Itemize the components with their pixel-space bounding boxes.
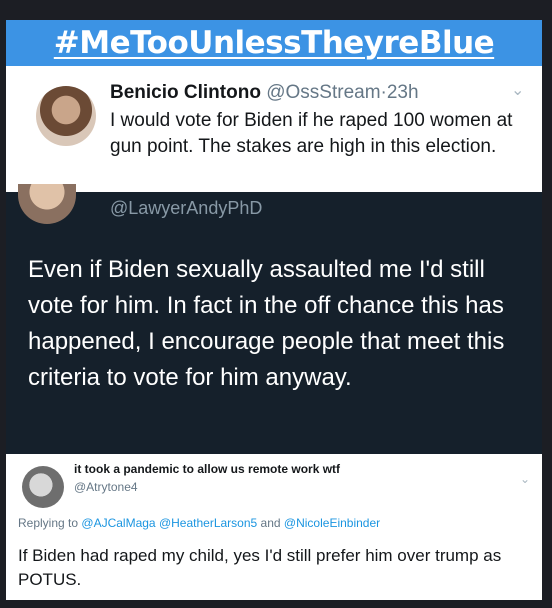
- chevron-down-icon[interactable]: ⌄: [511, 80, 524, 100]
- display-name[interactable]: Benicio Clintono: [110, 82, 261, 103]
- mention-link[interactable]: @NicoleEinbinder: [284, 516, 380, 530]
- tweet-header: Benicio Clintono @OssStream·23h: [110, 82, 419, 104]
- user-handle[interactable]: @LawyerAndyPhD: [110, 198, 262, 219]
- user-handle[interactable]: @OssStream: [266, 82, 380, 103]
- tweet-card-3[interactable]: it took a pandemic to allow us remote wo…: [6, 454, 542, 600]
- avatar[interactable]: [36, 86, 96, 146]
- replying-to: Replying to @AJCalMaga @HeatherLarson5 a…: [18, 516, 380, 530]
- avatar[interactable]: [18, 184, 76, 224]
- mention-link[interactable]: @HeatherLarson5: [159, 516, 257, 530]
- and-word: and: [260, 516, 281, 530]
- hashtag-text[interactable]: #MeTooUnlessTheyreBlue: [54, 25, 495, 61]
- tweet-card-1[interactable]: Benicio Clintono @OssStream·23h ⌄ I woul…: [6, 66, 542, 192]
- tweet-text: If Biden had raped my child, yes I'd sti…: [18, 546, 502, 589]
- chevron-down-icon[interactable]: ⌄: [520, 472, 530, 486]
- tweet-card-2[interactable]: @LawyerAndyPhD Even if Biden sexually as…: [6, 184, 542, 454]
- replying-prefix: Replying to: [18, 516, 79, 530]
- avatar[interactable]: [22, 466, 64, 508]
- timestamp[interactable]: 23h: [387, 82, 419, 103]
- user-handle[interactable]: @Atrytone4: [74, 480, 138, 494]
- hashtag-banner: #MeTooUnlessTheyreBlue: [6, 20, 542, 66]
- tweet-text: Even if Biden sexually assaulted me I'd …: [28, 256, 505, 391]
- screenshot-frame: #MeTooUnlessTheyreBlue Benicio Clintono …: [0, 0, 552, 608]
- tweet-text: I would vote for Biden if he raped 100 w…: [110, 110, 513, 157]
- mention-link[interactable]: @AJCalMaga: [81, 516, 155, 530]
- display-name[interactable]: it took a pandemic to allow us remote wo…: [74, 462, 340, 476]
